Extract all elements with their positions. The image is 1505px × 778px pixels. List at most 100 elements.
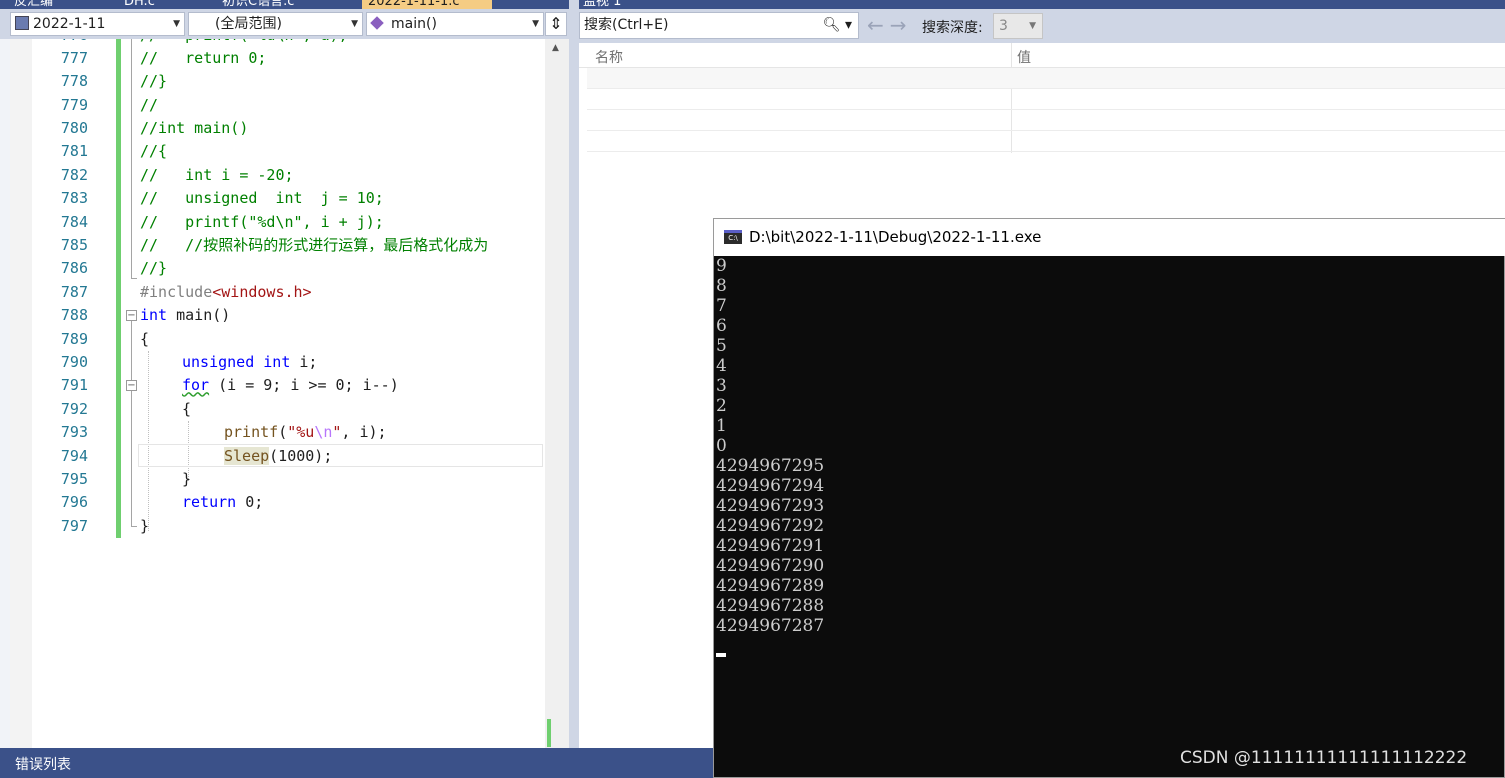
watermark: CSDN @11111111111111112222 — [1180, 748, 1468, 768]
project-name: 2022-1-11 — [33, 16, 106, 32]
tab-active-file[interactable]: 2022-1-11-1.c — [362, 0, 492, 9]
change-indicator — [116, 39, 121, 283]
console-output[interactable]: 9 8 7 6 5 4 3 2 1 0 4294967295 429496729… — [715, 256, 1505, 778]
watch-row[interactable] — [587, 110, 1505, 131]
tab-watch-1[interactable]: 监视 1 — [583, 0, 621, 9]
split-window-button[interactable]: ⇕ — [545, 12, 567, 36]
scrollbar-change-marker — [547, 719, 551, 747]
code-line: // — [140, 95, 159, 114]
watch-column-header: 名称 值 — [579, 43, 1505, 68]
output-line: 4294967295 — [716, 456, 825, 476]
code-text: main() — [167, 306, 231, 325]
indent-guide — [148, 351, 149, 531]
editor-left-border — [0, 39, 10, 748]
output-line: 1 — [716, 416, 727, 436]
output-line: 4294967294 — [716, 476, 825, 496]
chevron-down-icon: ▼ — [351, 19, 358, 29]
console-title-bar[interactable]: C:\ D:\bit\2022-1-11\Debug\2022-1-11.exe — [714, 219, 1505, 256]
line-number: 797 — [60, 516, 88, 535]
search-depth-label: 搜索深度: — [922, 20, 983, 36]
chevron-down-icon: ▼ — [532, 19, 539, 29]
preprocessor-directive: #include — [140, 282, 213, 301]
code-line: int main() — [140, 304, 230, 327]
watch-search-input[interactable]: 搜索(Ctrl+E) 🔍︎ ▾ — [579, 12, 859, 39]
code-line: } — [140, 516, 150, 535]
tab-dh-c[interactable]: DH.c — [124, 0, 155, 9]
tab-error-list[interactable]: 错误列表 — [15, 754, 71, 774]
output-line: 0 — [716, 436, 727, 456]
line-number: 780 — [60, 118, 88, 137]
member-value: main() — [391, 16, 437, 32]
code-text: ( — [278, 423, 288, 442]
line-number: 793 — [60, 423, 88, 442]
fold-toggle-for[interactable]: − — [126, 380, 137, 391]
current-line-highlight — [138, 444, 543, 467]
project-dropdown[interactable]: 2022-1-11 ▼ — [10, 12, 185, 36]
code-line: // //按照补码的形式进行运算，最后格式化成为 — [140, 235, 489, 254]
code-text: 0; — [236, 493, 264, 512]
change-indicator — [116, 283, 121, 538]
code-line: } — [182, 469, 192, 488]
code-text: i; — [290, 352, 318, 371]
code-line: Sleep(1000); — [224, 445, 332, 468]
search-nav-arrows: ←→ — [867, 13, 913, 37]
line-number: 791 — [60, 376, 88, 395]
bottom-panel-bar: 错误列表 — [0, 748, 713, 778]
split-icon: ⇕ — [549, 14, 563, 33]
back-arrow-icon[interactable]: ← — [867, 13, 890, 37]
output-line: 4294967290 — [716, 556, 825, 576]
line-number: 787 — [60, 282, 88, 301]
output-line: 4294967287 — [716, 616, 825, 636]
code-line: printf("%u\n", i); — [224, 421, 387, 444]
search-depth-dropdown[interactable]: 3 ▼ — [993, 13, 1043, 39]
line-number: 786 — [60, 259, 88, 278]
line-number: 778 — [60, 72, 88, 91]
console-app-icon: C:\ — [724, 230, 742, 244]
watch-row[interactable] — [587, 68, 1505, 89]
code-line: unsigned int i; — [182, 351, 317, 374]
fold-toggle-main[interactable]: − — [126, 310, 137, 321]
code-line: //int main() — [140, 118, 249, 137]
line-number: 796 — [60, 493, 88, 512]
column-value[interactable]: 值 — [1017, 47, 1031, 67]
scroll-up-icon[interactable]: ▲ — [552, 43, 559, 53]
watch-toolbar: 搜索(Ctrl+E) 🔍︎ ▾ ←→ 搜索深度: 3 ▼ — [579, 9, 1505, 43]
code-line: //{ — [140, 142, 168, 161]
output-line: 6 — [716, 316, 727, 336]
include-header: <windows.h> — [212, 282, 312, 301]
console-cursor — [716, 653, 726, 657]
code-editor[interactable]: 776 777 778 779 780 781 782 783 784 785 … — [10, 39, 545, 748]
editor-vertical-scrollbar[interactable]: ▲ — [545, 39, 569, 748]
document-tab-strip: 反汇编 DH.c 初识C语言.c 2022-1-11-1.c 监视 1 — [0, 0, 1505, 9]
output-line: 9 — [716, 256, 727, 276]
tab-c-intro[interactable]: 初识C语言.c — [222, 0, 294, 9]
search-icon[interactable]: 🔍︎ ▾ — [823, 13, 852, 38]
watch-row[interactable] — [587, 89, 1505, 110]
outline-line — [131, 321, 132, 527]
console-window[interactable]: C:\ D:\bit\2022-1-11\Debug\2022-1-11.exe… — [713, 218, 1505, 778]
ide-window: 反汇编 DH.c 初识C语言.c 2022-1-11-1.c 监视 1 2022… — [0, 0, 1505, 778]
watch-row[interactable] — [587, 131, 1505, 152]
code-line: for (i = 9; i >= 0; i--) — [182, 374, 399, 397]
output-line: 8 — [716, 276, 727, 296]
line-number: 792 — [60, 399, 88, 418]
search-depth-value: 3 — [999, 18, 1008, 34]
line-number: 790 — [60, 352, 88, 371]
project-icon — [15, 16, 29, 30]
code-text: (1000); — [269, 446, 333, 465]
output-line: 4294967293 — [716, 496, 825, 516]
output-line: 2 — [716, 396, 727, 416]
code-line: // int i = -20; — [140, 165, 294, 184]
outline-line — [131, 278, 137, 279]
output-line: 4294967292 — [716, 516, 825, 536]
forward-arrow-icon[interactable]: → — [890, 13, 913, 37]
member-dropdown[interactable]: main() ▼ — [366, 12, 544, 36]
column-name[interactable]: 名称 — [595, 47, 623, 67]
panel-splitter[interactable] — [569, 0, 579, 748]
tab-disassembly[interactable]: 反汇编 — [14, 0, 53, 9]
navigation-bar: 2022-1-11 ▼ (全局范围) ▼ main() ▼ ⇕ — [0, 9, 570, 39]
keyword: unsigned — [182, 352, 255, 371]
chevron-down-icon: ▼ — [173, 19, 180, 29]
line-number: 788 — [60, 306, 88, 325]
scope-dropdown[interactable]: (全局范围) ▼ — [188, 12, 363, 36]
